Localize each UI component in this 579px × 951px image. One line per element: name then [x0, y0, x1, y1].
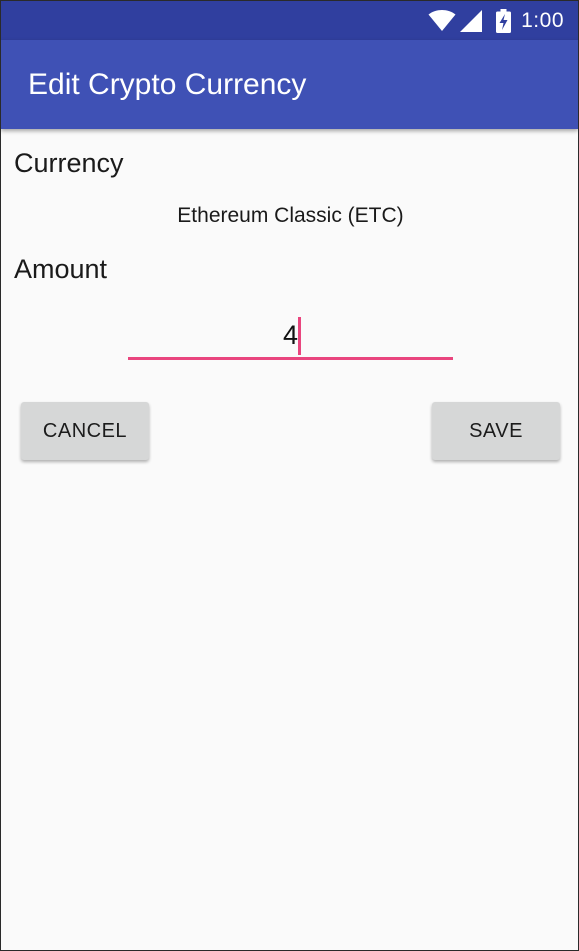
- status-bar: 1:00: [1, 1, 578, 40]
- amount-input[interactable]: [128, 313, 453, 357]
- signal-icon: [460, 9, 483, 32]
- currency-value[interactable]: Ethereum Classic (ETC): [1, 203, 578, 229]
- amount-label: Amount: [14, 254, 108, 284]
- currency-label: Currency: [14, 148, 124, 178]
- app-bar: Edit Crypto Currency: [1, 40, 578, 129]
- page-title: Edit Crypto Currency: [28, 68, 307, 101]
- save-button[interactable]: SAVE: [432, 402, 560, 460]
- battery-charging-icon: [496, 8, 512, 33]
- status-icons: 1:00: [428, 1, 578, 40]
- status-time: 1:00: [521, 8, 564, 32]
- amount-input-underline: [128, 357, 453, 360]
- cancel-button[interactable]: CANCEL: [21, 402, 149, 460]
- wifi-icon: [428, 9, 456, 31]
- text-cursor: [298, 317, 301, 355]
- app-screen: 1:00 Edit Crypto Currency Currency Ether…: [0, 0, 579, 951]
- amount-field[interactable]: [128, 313, 453, 361]
